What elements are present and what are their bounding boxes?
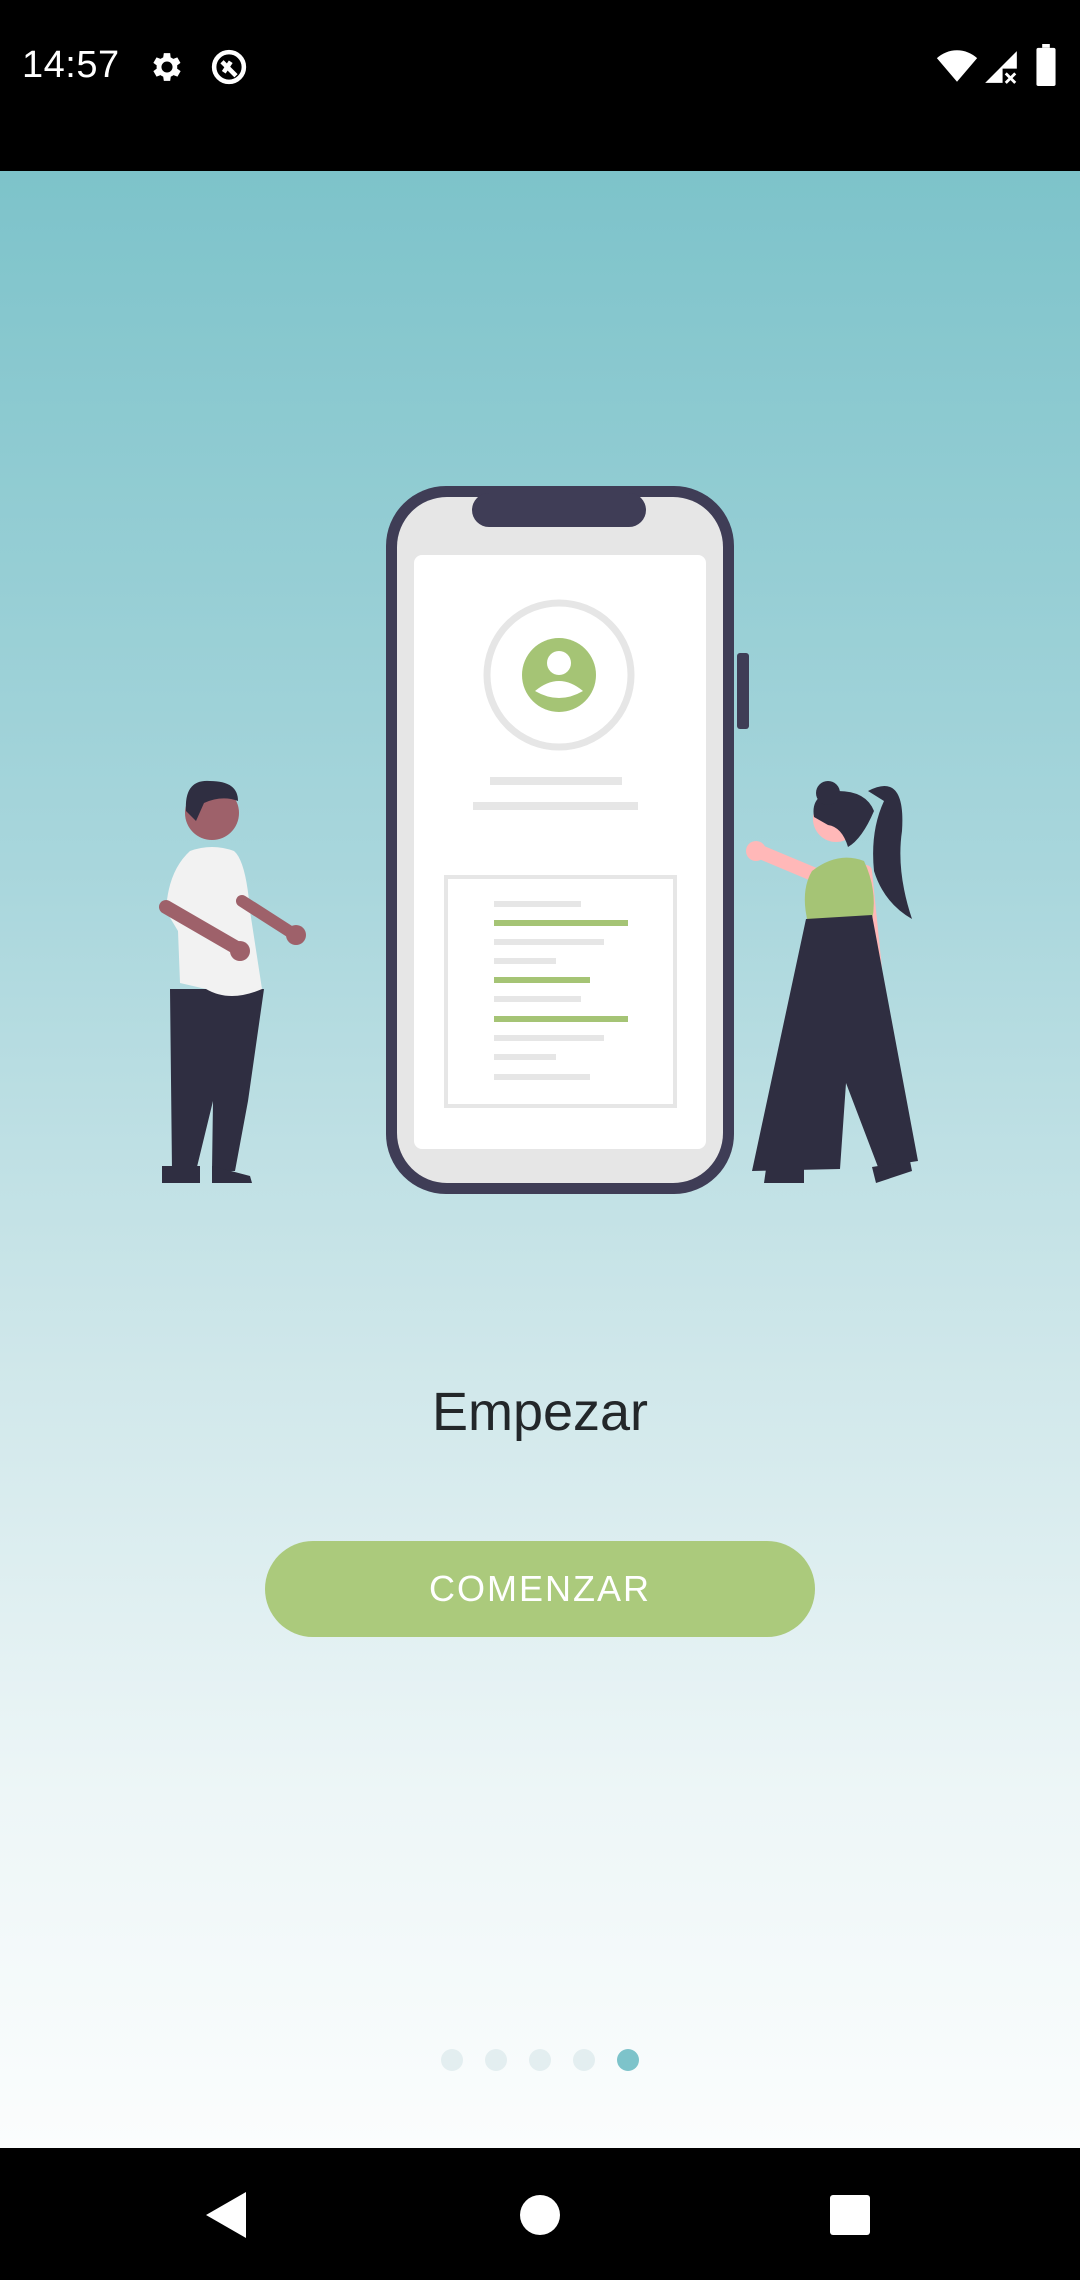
- page-dot[interactable]: [529, 2049, 551, 2071]
- page-dot-active[interactable]: [617, 2049, 639, 2071]
- page-dot[interactable]: [485, 2049, 507, 2071]
- status-time: 14:57: [22, 44, 120, 86]
- onboarding-illustration: [159, 486, 918, 1194]
- navigation-bar: [0, 2148, 1080, 2280]
- start-button[interactable]: COMENZAR: [265, 1541, 815, 1637]
- back-icon[interactable]: [200, 2188, 250, 2242]
- page-title: Empezar: [431, 1382, 649, 1442]
- page-indicator: [0, 2049, 1080, 2073]
- cell-signal-icon: [985, 51, 1017, 84]
- status-bar: 14:57: [0, 0, 1080, 171]
- battery-icon: [1036, 44, 1056, 86]
- page-dot[interactable]: [441, 2049, 463, 2071]
- sync-disabled-icon: [211, 49, 247, 85]
- page-dot[interactable]: [573, 2049, 595, 2071]
- man-illustration: [159, 780, 306, 1183]
- recents-icon[interactable]: [828, 2188, 872, 2242]
- woman-illustration: [746, 781, 918, 1183]
- gear-icon: [153, 53, 181, 81]
- wifi-icon: [936, 50, 978, 82]
- phone-illustration: [386, 486, 749, 1194]
- onboarding-screen: Empezar COMENZAR: [0, 171, 1080, 2148]
- home-icon[interactable]: [518, 2188, 562, 2242]
